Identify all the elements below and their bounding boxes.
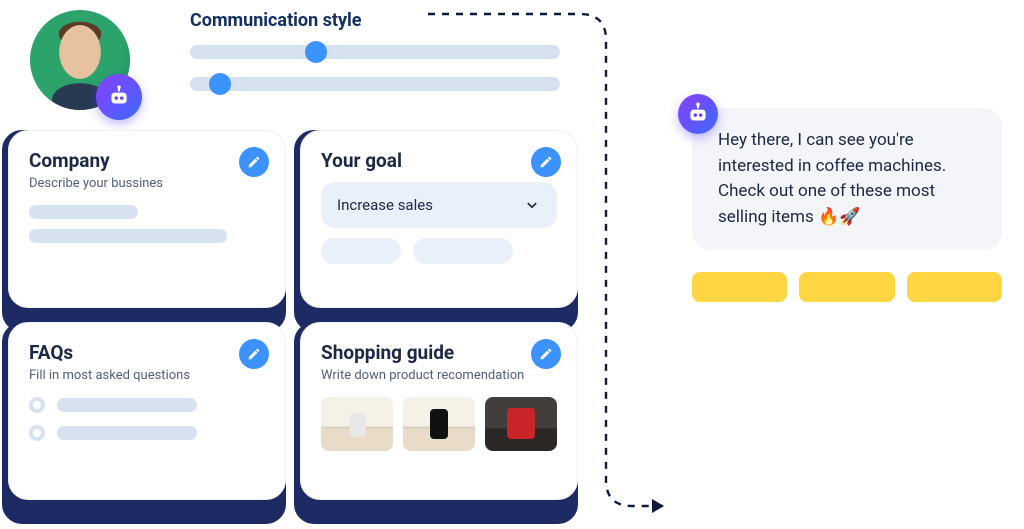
faq-item bbox=[29, 397, 265, 413]
chat-message: Hey there, I can see you're interested i… bbox=[692, 108, 1002, 250]
tag-placeholder bbox=[321, 238, 401, 264]
product-item[interactable] bbox=[799, 264, 894, 302]
arrow-right-icon bbox=[652, 499, 664, 513]
communication-style-block: Communication style bbox=[190, 10, 560, 109]
edit-button[interactable] bbox=[239, 147, 269, 177]
bot-badge-icon bbox=[678, 94, 718, 134]
goal-card: Your goal Increase sales bbox=[300, 130, 578, 308]
tag-placeholder bbox=[413, 238, 513, 264]
product-carousel bbox=[692, 264, 1002, 302]
edit-button[interactable] bbox=[531, 339, 561, 369]
product-thumbnail bbox=[321, 397, 393, 451]
style-slider-1[interactable] bbox=[190, 45, 560, 59]
slider-knob[interactable] bbox=[305, 41, 327, 63]
pencil-icon bbox=[247, 347, 261, 361]
faq-item bbox=[29, 425, 265, 441]
slider-knob[interactable] bbox=[209, 73, 231, 95]
radio-icon bbox=[29, 397, 45, 413]
edit-button[interactable] bbox=[239, 339, 269, 369]
chevron-down-icon bbox=[523, 196, 541, 214]
card-title: Your goal bbox=[321, 149, 557, 172]
card-subtitle: Describe your bussines bbox=[29, 176, 265, 191]
goal-select[interactable]: Increase sales bbox=[321, 182, 557, 228]
placeholder-line bbox=[29, 205, 138, 219]
card-title: FAQs bbox=[29, 341, 265, 364]
product-thumbnail bbox=[485, 397, 557, 451]
pencil-icon bbox=[539, 155, 553, 169]
bot-badge-icon bbox=[96, 74, 142, 120]
company-card: Company Describe your bussines bbox=[8, 130, 286, 308]
product-cta[interactable] bbox=[907, 272, 1002, 302]
style-slider-2[interactable] bbox=[190, 77, 560, 91]
product-thumbnails bbox=[321, 397, 557, 451]
pencil-icon bbox=[247, 155, 261, 169]
goal-tags bbox=[321, 238, 557, 264]
placeholder-line bbox=[57, 398, 197, 412]
edit-button[interactable] bbox=[531, 147, 561, 177]
product-item[interactable] bbox=[692, 264, 787, 302]
product-cta[interactable] bbox=[799, 272, 894, 302]
card-subtitle: Write down product recomendation bbox=[321, 368, 557, 383]
avatar-block bbox=[30, 10, 136, 116]
card-title: Shopping guide bbox=[321, 341, 557, 364]
product-cta[interactable] bbox=[692, 272, 787, 302]
communication-title: Communication style bbox=[190, 10, 560, 31]
placeholder-line bbox=[57, 426, 197, 440]
product-thumbnail bbox=[403, 397, 475, 451]
card-title: Company bbox=[29, 149, 265, 172]
placeholder-line bbox=[29, 229, 227, 243]
product-item[interactable] bbox=[907, 264, 1002, 302]
chat-preview: Hey there, I can see you're interested i… bbox=[692, 108, 1002, 302]
shopping-guide-card: Shopping guide Write down product recome… bbox=[300, 322, 578, 500]
config-cards: Company Describe your bussines Your goal… bbox=[8, 130, 578, 500]
card-subtitle: Fill in most asked questions bbox=[29, 368, 265, 383]
faqs-card: FAQs Fill in most asked questions bbox=[8, 322, 286, 500]
radio-icon bbox=[29, 425, 45, 441]
pencil-icon bbox=[539, 347, 553, 361]
select-value: Increase sales bbox=[337, 196, 433, 214]
